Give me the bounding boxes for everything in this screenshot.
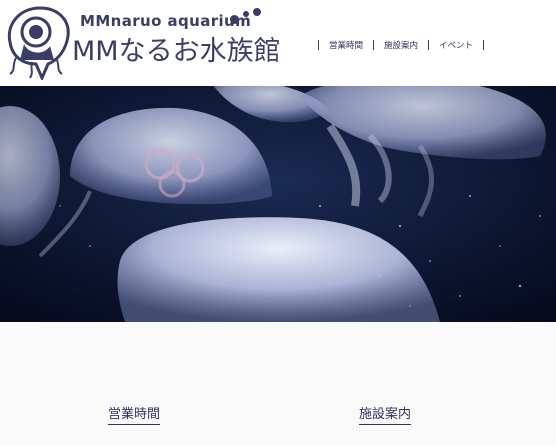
nav-divider xyxy=(483,40,484,50)
jellyfish-illustration xyxy=(0,86,556,322)
content-section: 営業時間 施設案内 xyxy=(0,322,556,445)
main-nav: 営業時間 施設案内 イベント xyxy=(308,36,494,54)
site-header: MMnaruo aquarium MMなるお水族館 営業時間 施設案内 イベント xyxy=(0,0,556,86)
logo-english-text: MMnaruo aquarium xyxy=(80,12,252,30)
bubble-icon xyxy=(243,11,249,17)
nav-item-business-hours[interactable]: 営業時間 xyxy=(329,39,363,51)
section-link-business-hours[interactable]: 営業時間 xyxy=(108,403,161,425)
site-logo[interactable]: MMnaruo aquarium MMなるお水族館 xyxy=(2,2,282,82)
diver-mascot-icon xyxy=(7,6,70,80)
bubble-icon xyxy=(230,15,239,24)
bubble-icon xyxy=(253,8,261,16)
nav-divider xyxy=(427,40,429,50)
logo-japanese-text: MMなるお水族館 xyxy=(72,36,281,67)
nav-item-facility-guide[interactable]: 施設案内 xyxy=(384,39,418,51)
section-link-facility-guide[interactable]: 施設案内 xyxy=(359,403,412,425)
nav-item-events[interactable]: イベント xyxy=(439,39,473,51)
nav-divider xyxy=(317,40,319,50)
nav-divider xyxy=(372,40,374,50)
hero-image xyxy=(0,86,556,322)
page: MMnaruo aquarium MMなるお水族館 営業時間 施設案内 イベント xyxy=(0,0,556,445)
